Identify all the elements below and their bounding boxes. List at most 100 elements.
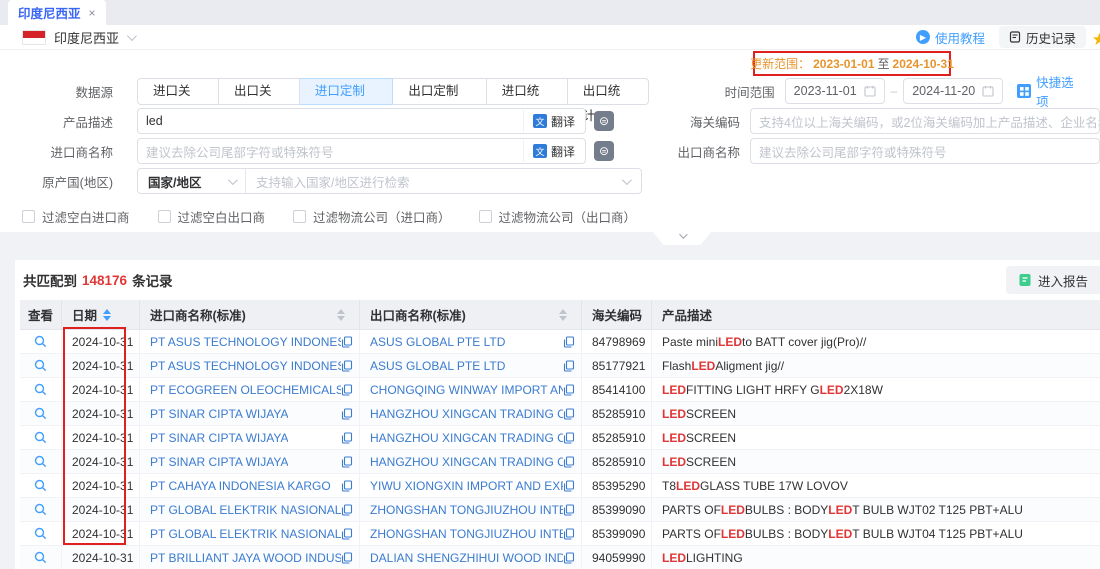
favorite-star-icon[interactable]: ★ <box>1092 30 1100 50</box>
hs-code-input[interactable]: 支持4位以上海关编码，或2位海关编码加上产品描述、企业名称的任意信息 <box>750 108 1100 134</box>
match-mode-icon[interactable]: ⊜ <box>594 111 614 131</box>
exporter-link[interactable]: YIWU XIONGXIN IMPORT AND EXPORT... <box>370 479 563 493</box>
tab-import-declaration[interactable]: 进口关单 <box>137 78 219 105</box>
exporter-link[interactable]: ZHONGSHAN TONGJIUZHOU INTERNA... <box>370 503 563 517</box>
view-record-button[interactable] <box>20 522 62 545</box>
history-button[interactable]: 历史记录 <box>999 26 1086 48</box>
origin-country-select[interactable]: 国家/地区 <box>138 169 246 193</box>
importer-link[interactable]: PT SINAR CIPTA WIJAYA <box>150 407 288 421</box>
exporter-link[interactable]: HANGZHOU XINGCAN TRADING CO LTD <box>370 431 563 445</box>
importer-link[interactable]: PT BRILLIANT JAYA WOOD INDUSTRY <box>150 551 341 565</box>
enter-report-button[interactable]: 进入报告 <box>1006 266 1100 294</box>
desc-text: 2X18W <box>844 383 883 397</box>
copy-icon[interactable] <box>563 408 575 420</box>
exporter-link[interactable]: HANGZHOU XINGCAN TRADING CO LTD <box>370 407 563 421</box>
origin-country-input[interactable]: 国家/地区 支持输入国家/地区进行检索 <box>137 168 642 194</box>
translate-icon: 文 <box>533 114 547 128</box>
date-to-input[interactable]: 2024-11-20 <box>903 78 1003 104</box>
exporter-link[interactable]: HANGZHOU XINGCAN TRADING CO LTD <box>370 455 563 469</box>
exporter-link[interactable]: ASUS GLOBAL PTE LTD <box>370 359 505 373</box>
importer-link[interactable]: PT SINAR CIPTA WIJAYA <box>150 455 288 469</box>
collapse-form-handle[interactable] <box>653 232 711 245</box>
table-row: 2024-10-31 PT CAHAYA INDONESIA KARGO YIWU … <box>20 474 1100 498</box>
country-tab[interactable]: 印度尼西亚 × <box>8 0 106 25</box>
tab-import-stats[interactable]: 进口统计 <box>487 78 568 105</box>
copy-icon[interactable] <box>341 504 353 516</box>
copy-icon[interactable] <box>341 456 353 468</box>
importer-link[interactable]: PT SINAR CIPTA WIJAYA <box>150 431 288 445</box>
view-record-button[interactable] <box>20 330 62 353</box>
keyword-highlight: LED <box>828 503 852 517</box>
copy-icon[interactable] <box>341 552 353 564</box>
view-record-button[interactable] <box>20 354 62 377</box>
header-importer[interactable]: 进口商名称(标准) <box>140 300 360 329</box>
exporter-cell: ZHONGSHAN TONGJIUZHOU INTERNA... <box>360 522 582 545</box>
importer-link[interactable]: PT ASUS TECHNOLOGY INDONESIA BA... <box>150 359 341 373</box>
close-tab-icon[interactable]: × <box>89 6 96 20</box>
exporter-link[interactable]: ASUS GLOBAL PTE LTD <box>370 335 505 349</box>
product-desc-input[interactable]: led 文 翻译 <box>137 108 586 134</box>
exporter-link[interactable]: ZHONGSHAN TONGJIUZHOU INTERNA... <box>370 527 563 541</box>
copy-icon[interactable] <box>341 480 353 492</box>
date-from-input[interactable]: 2023-11-01 <box>785 78 885 104</box>
copy-icon[interactable] <box>563 384 575 396</box>
tab-import-custom[interactable]: 进口定制版 <box>300 78 393 105</box>
hs-code-placeholder: 支持4位以上海关编码，或2位海关编码加上产品描述、企业名称的任意信息 <box>759 112 1100 131</box>
importer-link[interactable]: PT GLOBAL ELEKTRIK NASIONAL <box>150 527 341 541</box>
view-record-button[interactable] <box>20 474 62 497</box>
filter-blank-exporter-checkbox[interactable]: 过滤空白出口商 <box>158 207 266 226</box>
filter-logistics-importer-checkbox[interactable]: 过滤物流公司（进口商） <box>293 207 451 226</box>
sort-icon[interactable] <box>103 309 111 321</box>
view-record-button[interactable] <box>20 402 62 425</box>
importer-link[interactable]: PT GLOBAL ELEKTRIK NASIONAL <box>150 503 341 517</box>
copy-icon[interactable] <box>341 528 353 540</box>
hs-code-cell: 85414100 <box>582 378 652 401</box>
country-selector[interactable]: 印度尼西亚 <box>22 28 134 47</box>
tutorial-button[interactable]: ▶ 使用教程 <box>916 28 985 47</box>
copy-icon[interactable] <box>341 432 353 444</box>
match-mode-icon[interactable]: ⊜ <box>594 141 614 161</box>
copy-icon[interactable] <box>563 528 575 540</box>
exporter-link[interactable]: CHONGQING WINWAY IMPORT AND E... <box>370 383 563 397</box>
copy-icon[interactable] <box>341 360 353 372</box>
importer-link[interactable]: PT ECOGREEN OLEOCHEMICALS <box>150 383 341 397</box>
view-record-button[interactable] <box>20 378 62 401</box>
translate-button[interactable]: 文 翻译 <box>523 110 584 132</box>
table-row: 2024-10-31PT SINAR CIPTA WIJAYAHANGZHOU … <box>20 426 1100 450</box>
header-date[interactable]: 日期 <box>62 300 140 329</box>
sort-icon[interactable] <box>337 309 345 321</box>
copy-icon[interactable] <box>563 456 575 468</box>
header-exporter[interactable]: 出口商名称(标准) <box>360 300 582 329</box>
desc-text: PARTS OF <box>662 503 721 517</box>
filter-blank-importer-checkbox[interactable]: 过滤空白进口商 <box>22 207 130 226</box>
copy-icon[interactable] <box>341 336 353 348</box>
tab-export-stats[interactable]: 出口统计 <box>568 78 649 105</box>
copy-icon[interactable] <box>563 360 575 372</box>
exporter-link[interactable]: DALIAN SHENGZHIHUI WOOD INDUST... <box>370 551 563 565</box>
tab-export-declaration[interactable]: 出口关单 <box>219 78 300 105</box>
view-record-button[interactable] <box>20 498 62 521</box>
copy-icon[interactable] <box>563 552 575 564</box>
filter-logistics-exporter-checkbox[interactable]: 过滤物流公司（出口商） <box>479 207 637 226</box>
copy-icon[interactable] <box>563 336 575 348</box>
view-record-button[interactable] <box>20 450 62 473</box>
translate-button[interactable]: 文 翻译 <box>523 140 584 162</box>
view-record-button[interactable] <box>20 426 62 449</box>
copy-icon[interactable] <box>563 504 575 516</box>
tab-export-custom[interactable]: 出口定制版 <box>393 78 486 105</box>
copy-icon[interactable] <box>341 384 353 396</box>
copy-icon[interactable] <box>563 432 575 444</box>
sort-icon[interactable] <box>559 309 567 321</box>
importer-input[interactable]: 建议去除公司尾部字符或特殊符号 文 翻译 <box>137 138 586 164</box>
copy-icon[interactable] <box>341 408 353 420</box>
copy-icon[interactable] <box>563 480 575 492</box>
importer-link[interactable]: PT CAHAYA INDONESIA KARGO <box>150 479 331 493</box>
view-record-button[interactable] <box>20 546 62 569</box>
importer-link[interactable]: PT ASUS TECHNOLOGY INDONESIA BA... <box>150 335 341 349</box>
quick-options-button[interactable]: 快捷选项 <box>1017 72 1086 110</box>
keyword-highlight: LED <box>721 503 745 517</box>
date-cell: 2024-10-31 <box>62 474 140 497</box>
enter-report-label: 进入报告 <box>1038 271 1088 290</box>
desc-text: Flash <box>662 359 691 373</box>
exporter-input[interactable]: 建议去除公司尾部字符或特殊符号 <box>750 138 1100 164</box>
